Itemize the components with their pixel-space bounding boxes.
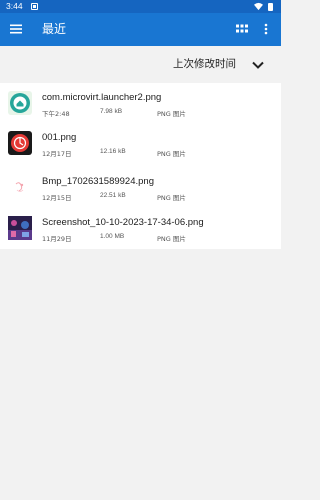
list-item[interactable]: Bmp_1702631589924.png 12月15日 22.51 kB PN… — [0, 167, 281, 207]
file-date: 12月17日 — [42, 150, 72, 158]
launcher-app-icon — [8, 91, 32, 115]
file-type: PNG 图片 — [157, 194, 186, 202]
status-time: 3:44 — [6, 1, 23, 11]
status-bar: 3:44 — [0, 0, 281, 13]
file-name: com.microvirt.launcher2.png — [42, 92, 162, 103]
sort-label[interactable]: 上次修改时间 — [173, 46, 236, 83]
file-name: Bmp_1702631589924.png — [42, 176, 154, 187]
file-name: 001.png — [42, 132, 77, 143]
pink-sketch-image — [8, 175, 32, 199]
file-type: PNG 图片 — [157, 110, 186, 118]
wifi-icon — [254, 2, 263, 11]
file-size: 7.98 kB — [100, 108, 123, 115]
grid-view-icon[interactable] — [235, 22, 249, 36]
file-type: PNG 图片 — [157, 235, 186, 243]
file-date: 12月15日 — [42, 194, 72, 202]
list-item[interactable]: com.microvirt.launcher2.png 下午2:48 7.98 … — [0, 83, 281, 123]
file-size: 22.51 kB — [100, 192, 126, 199]
red-circle-logo — [8, 131, 32, 155]
file-list: com.microvirt.launcher2.png 下午2:48 7.98 … — [0, 83, 281, 249]
list-item[interactable]: Screenshot_10-10-2023-17-34-06.png 11月29… — [0, 208, 281, 248]
screenshot-photo — [8, 216, 32, 240]
menu-icon[interactable] — [8, 21, 24, 37]
file-size: 12.16 kB — [100, 148, 126, 155]
file-size: 1.00 MB — [100, 233, 125, 240]
file-date: 下午2:48 — [42, 110, 70, 118]
app-bar: 最近 — [0, 13, 281, 46]
file-name: Screenshot_10-10-2023-17-34-06.png — [42, 217, 204, 228]
chevron-down-icon[interactable] — [250, 58, 266, 72]
file-date: 11月29日 — [42, 235, 72, 243]
notification-icon — [31, 3, 38, 10]
list-item[interactable]: 001.png 12月17日 12.16 kB PNG 图片 — [0, 123, 281, 163]
file-type: PNG 图片 — [157, 150, 186, 158]
page-title: 最近 — [42, 22, 67, 36]
more-options-icon[interactable] — [261, 21, 271, 37]
battery-icon — [268, 3, 273, 11]
sort-bar: 上次修改时间 — [0, 46, 281, 83]
